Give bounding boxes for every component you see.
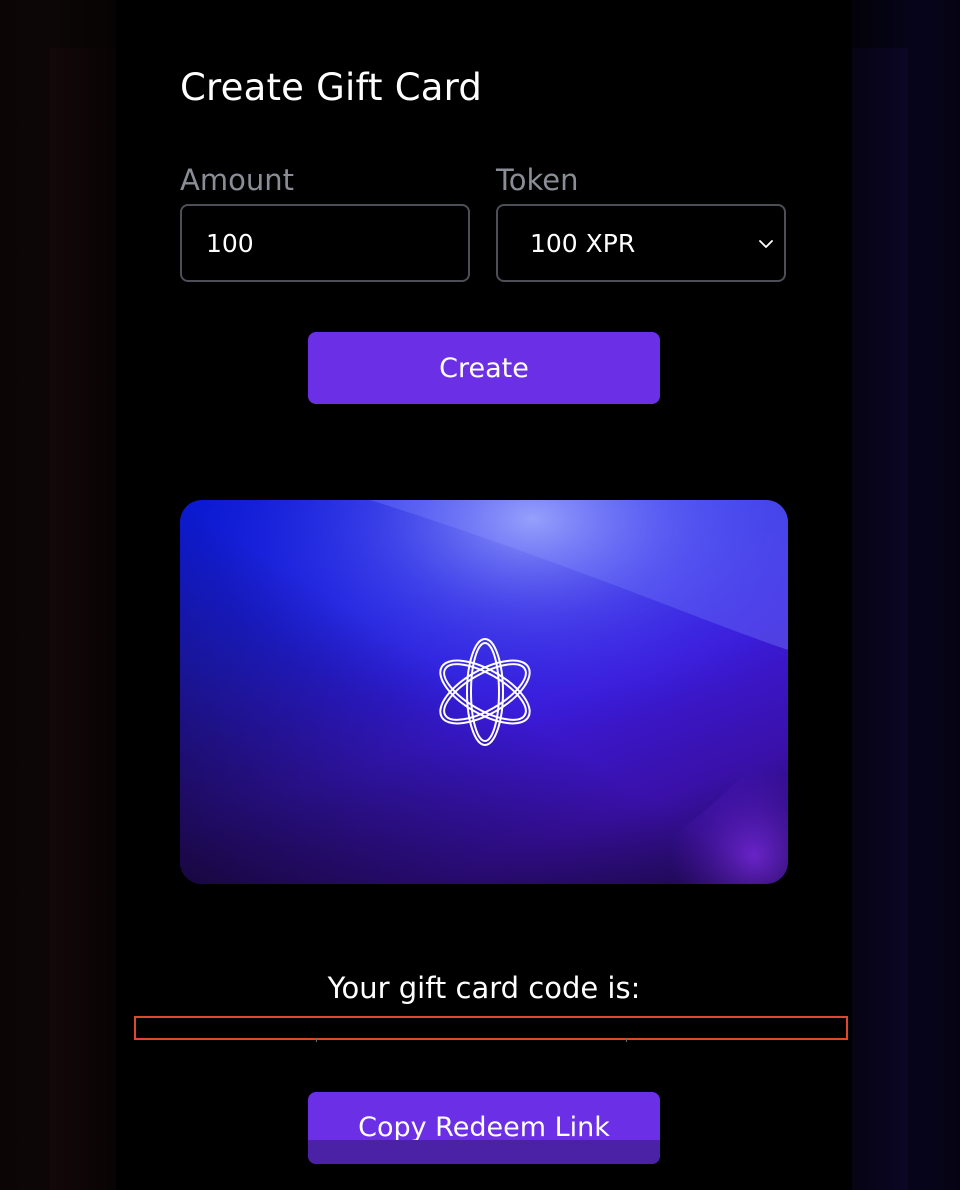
create-button-label: Create — [439, 352, 529, 384]
gift-code-label: Your gift card code is: — [327, 971, 641, 1005]
amount-input[interactable]: 100 — [180, 204, 470, 282]
chevron-down-icon — [759, 240, 773, 248]
token-label: Token — [496, 163, 579, 197]
copy-redeem-link-button[interactable]: Copy Redeem Link — [308, 1092, 660, 1164]
amount-label: Amount — [180, 163, 294, 197]
token-select[interactable]: 100 XPR — [496, 204, 786, 282]
gift-code-field[interactable] — [134, 1016, 848, 1042]
create-button[interactable]: Create — [308, 332, 660, 404]
background-right-shade — [852, 48, 908, 1190]
page-title: Create Gift Card — [180, 66, 483, 109]
token-selected-value: 100 XPR — [530, 228, 636, 258]
atom-orbit-icon — [439, 638, 531, 746]
amount-value: 100 — [206, 228, 254, 258]
background-left-shade — [50, 48, 116, 1190]
page: Create Gift Card Amount 100 Token 100 XP… — [0, 0, 960, 1190]
copy-redeem-link-label: Copy Redeem Link — [358, 1112, 610, 1143]
button-bottom-shade — [308, 1140, 660, 1164]
code-tick-mark — [626, 1038, 627, 1042]
code-tick-mark — [316, 1038, 317, 1042]
